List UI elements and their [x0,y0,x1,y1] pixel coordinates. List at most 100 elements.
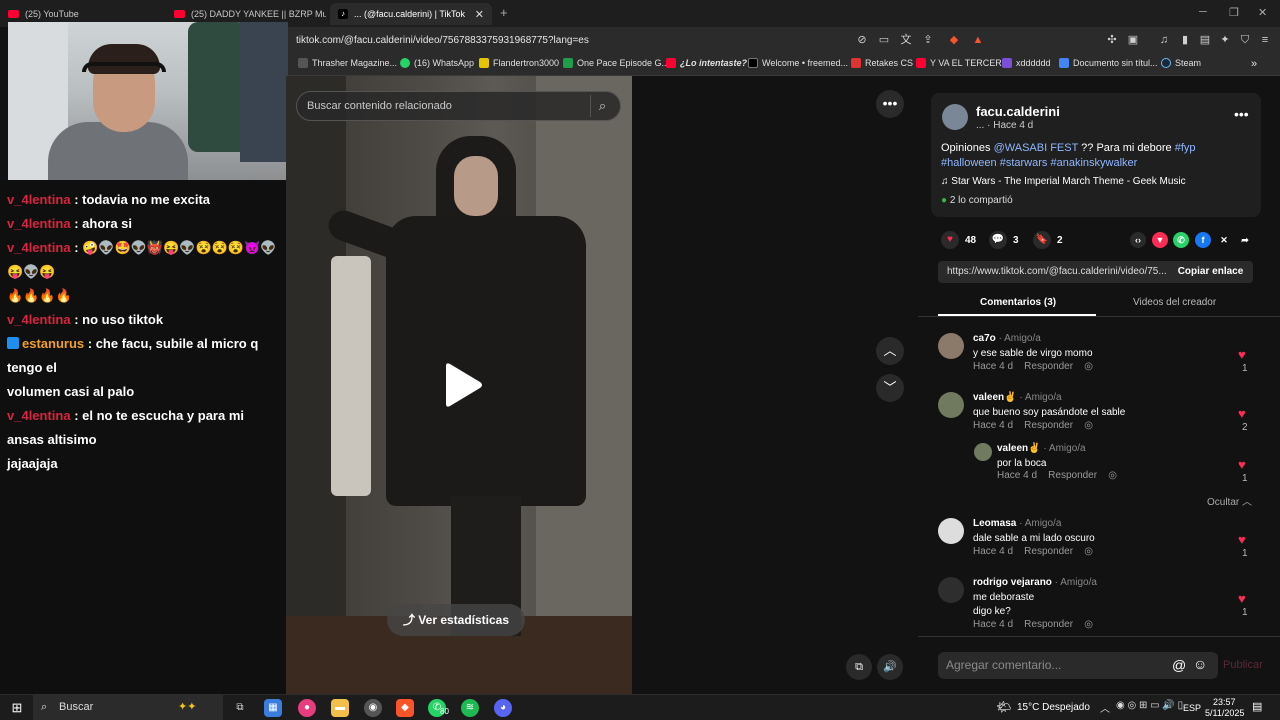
reply-button[interactable]: Responder [1024,619,1073,630]
like-button[interactable]: ♥ 48 [941,231,976,249]
avatar[interactable] [938,518,964,544]
more-options-icon[interactable]: ••• [876,90,904,118]
shared-by[interactable]: ● 2 lo compartió [941,195,1013,206]
store-icon[interactable]: ▦ [264,699,282,717]
reaction-icon[interactable]: ◎ [1108,470,1117,481]
reaction-icon[interactable]: ◎ [1084,420,1093,431]
spotify-icon[interactable]: ≋ [461,699,479,717]
reaction-icon[interactable]: ◎ [1084,361,1093,372]
cast-icon[interactable]: ▭ [876,32,892,48]
bookmark-lo-intentaste[interactable]: ¿Lo intentaste? [666,58,747,68]
brave-shield-icon[interactable]: ◆ [946,32,962,48]
bookmark-freemed[interactable]: Welcome • freemed... [748,58,848,68]
obs-icon[interactable]: ◉ [364,699,382,717]
bookmark-documento[interactable]: Documento sin títul... [1059,58,1158,68]
heart-icon[interactable]: ♥ [1238,406,1246,421]
file-explorer-icon[interactable]: ▬ [331,699,349,717]
comment-author[interactable]: valeen✌ · Amigo/a [997,443,1086,454]
weather-text[interactable]: 15°C Despejado [1017,702,1090,713]
author-name[interactable]: facu.calderini [976,104,1060,119]
tab-comments[interactable]: Comentarios (3) [980,297,1056,308]
minimize-icon[interactable]: ─ [1199,6,1207,18]
reaction-icon[interactable]: ◎ [1084,619,1093,630]
brave-rewards-icon[interactable]: ▲ [970,32,986,48]
screenshot-icon[interactable]: ▣ [1125,32,1141,48]
save-button[interactable]: 🔖 2 [1033,231,1063,249]
reaction-icon[interactable]: ◎ [1084,546,1093,557]
bookmark-thrasher[interactable]: Thrasher Magazine... [298,58,397,68]
share-arrow-icon[interactable]: ➦ [1237,232,1253,248]
comment-button[interactable]: 💬 3 [989,231,1019,249]
clock-time[interactable]: 23:57 [1213,697,1236,707]
reply-button[interactable]: Responder [1048,470,1097,481]
bookmark-one-pace[interactable]: One Pace Episode G... [563,58,669,68]
tab-creator-videos[interactable]: Videos del creador [1133,297,1216,308]
notification-icon[interactable]: ▤ [1252,700,1262,713]
hashtag-link[interactable]: #halloween [941,157,997,169]
mention-link[interactable]: @WASABI FEST [994,142,1079,154]
comment-author[interactable]: valeen✌ · Amigo/a [973,392,1062,403]
no-translate-icon[interactable]: ⊘ [854,32,870,48]
more-bookmarks-icon[interactable]: » [1251,58,1257,70]
music-link[interactable]: ♫ Star Wars - The Imperial March Theme -… [941,176,1186,187]
copy-link-button[interactable]: Copiar enlace [1168,261,1253,283]
more-options-icon[interactable]: ••• [1234,106,1249,122]
chat-username[interactable]: estanurus [22,336,84,351]
bookmark-whatsapp[interactable]: (16) WhatsApp [400,58,474,68]
hashtag-link[interactable]: #anakinskywalker [1050,157,1137,169]
mention-icon[interactable]: @ [1172,657,1186,673]
hashtag-link[interactable]: #starwars [1000,157,1048,169]
tray-icons[interactable]: ◉ ◎ ⊞ ▭ 🔊 ▯ [1116,700,1183,711]
heart-icon[interactable]: ♥ [1238,347,1246,362]
publish-button[interactable]: Publicar [1223,659,1263,671]
facebook-icon[interactable]: f [1195,232,1211,248]
volume-icon[interactable]: 🔊 [877,654,903,680]
comment-author[interactable]: ca7o · Amigo/a [973,333,1041,344]
taskbar-search[interactable]: ⌕ Buscar ✦✦ [33,695,223,720]
related-search-input[interactable]: Buscar contenido relacionado [296,91,621,121]
wallet-icon[interactable]: ▤ [1197,32,1213,48]
discord-icon[interactable]: ◕ [494,699,512,717]
chevron-up-icon[interactable]: ︿ [1100,700,1110,715]
extensions-icon[interactable]: ✣ [1104,32,1120,48]
bookmark-y-va-el-tercero[interactable]: Y VA EL TERCERO [916,58,1009,68]
translate-icon[interactable]: 文 [898,32,914,48]
chat-username[interactable]: v_4lentina [7,192,71,207]
comment-author[interactable]: rodrigo vejarano · Amigo/a [973,577,1097,588]
clock-date[interactable]: 5/11/2025 [1205,708,1244,718]
avatar[interactable] [938,333,964,359]
media-icon[interactable]: ♫ [1156,32,1172,48]
chat-username[interactable]: v_4lentina [7,216,71,231]
sidebar-icon[interactable]: ▮ [1177,32,1193,48]
avatar[interactable] [942,104,968,130]
chat-username[interactable]: v_4lentina [7,240,71,255]
hide-replies-button[interactable]: Ocultar ︿ [1207,493,1252,508]
whatsapp-icon[interactable]: ✆ [1173,232,1189,248]
play-icon[interactable] [440,362,484,408]
view-stats-button[interactable]: ⤴ Ver estadísticas [387,604,525,636]
emoji-icon[interactable]: ☺ [1193,656,1207,672]
chat-username[interactable]: v_4lentina [7,408,71,423]
chat-username[interactable]: v_4lentina [7,312,71,327]
x-icon[interactable]: ✕ [1216,232,1232,248]
comment-author[interactable]: Leomasa · Amigo/a [973,518,1061,529]
menu-icon[interactable]: ≡ [1257,32,1273,48]
heart-icon[interactable]: ♥ [1238,532,1246,547]
search-icon[interactable]: ⌕ [590,95,614,117]
repost-icon[interactable]: ▼ [1152,232,1168,248]
embed-icon[interactable]: ‹› [1130,232,1146,248]
share-icon[interactable]: ⇪ [920,32,936,48]
heart-icon[interactable]: ♥ [1238,457,1246,472]
heart-icon[interactable]: ♥ [1238,591,1246,606]
close-window-icon[interactable]: ✕ [1258,6,1267,19]
bookmark-xdddddd[interactable]: xdddddd [1002,58,1051,68]
language-indicator[interactable]: ESP [1183,703,1201,713]
avatar[interactable] [938,392,964,418]
bookmark-flandertron[interactable]: Flandertron3000 [479,58,559,68]
leo-icon[interactable]: ✦ [1217,32,1233,48]
brave-icon[interactable]: ◆ [396,699,414,717]
bookmark-retakes[interactable]: Retakes CS [851,58,913,68]
task-view-icon[interactable]: ⧉ [231,699,249,717]
avatar[interactable] [974,443,992,461]
restore-icon[interactable]: ❐ [1229,6,1239,19]
